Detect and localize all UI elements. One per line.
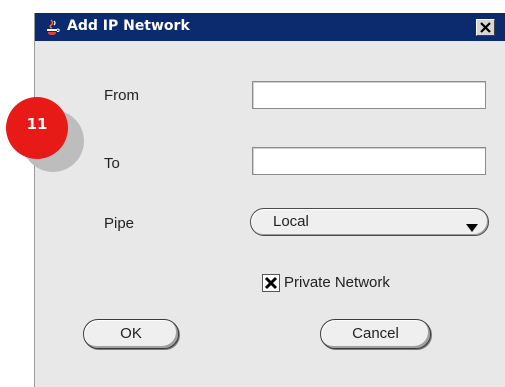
from-label: From [104, 87, 139, 104]
dialog-title: Add IP Network [67, 18, 190, 34]
from-input[interactable] [252, 81, 486, 109]
close-icon [480, 22, 491, 33]
checkmark-x-icon [264, 276, 278, 290]
title-bar[interactable]: Add IP Network [35, 13, 505, 41]
to-input[interactable] [252, 147, 486, 175]
pipe-select-value: Local [273, 213, 309, 230]
add-ip-network-dialog: Add IP Network From To Pipe Local Privat… [34, 13, 505, 387]
private-network-label: Private Network [284, 274, 390, 291]
chevron-down-icon [465, 218, 479, 237]
step-number-badge: 11 [6, 97, 68, 159]
close-button[interactable] [476, 19, 495, 36]
pipe-label: Pipe [104, 215, 135, 232]
cancel-button[interactable]: Cancel [320, 319, 431, 349]
private-network-checkbox[interactable] [262, 274, 280, 292]
to-label: To [104, 155, 120, 172]
pipe-select[interactable]: Local [250, 208, 489, 236]
java-cup-icon [43, 18, 61, 36]
ok-button[interactable]: OK [83, 319, 179, 349]
